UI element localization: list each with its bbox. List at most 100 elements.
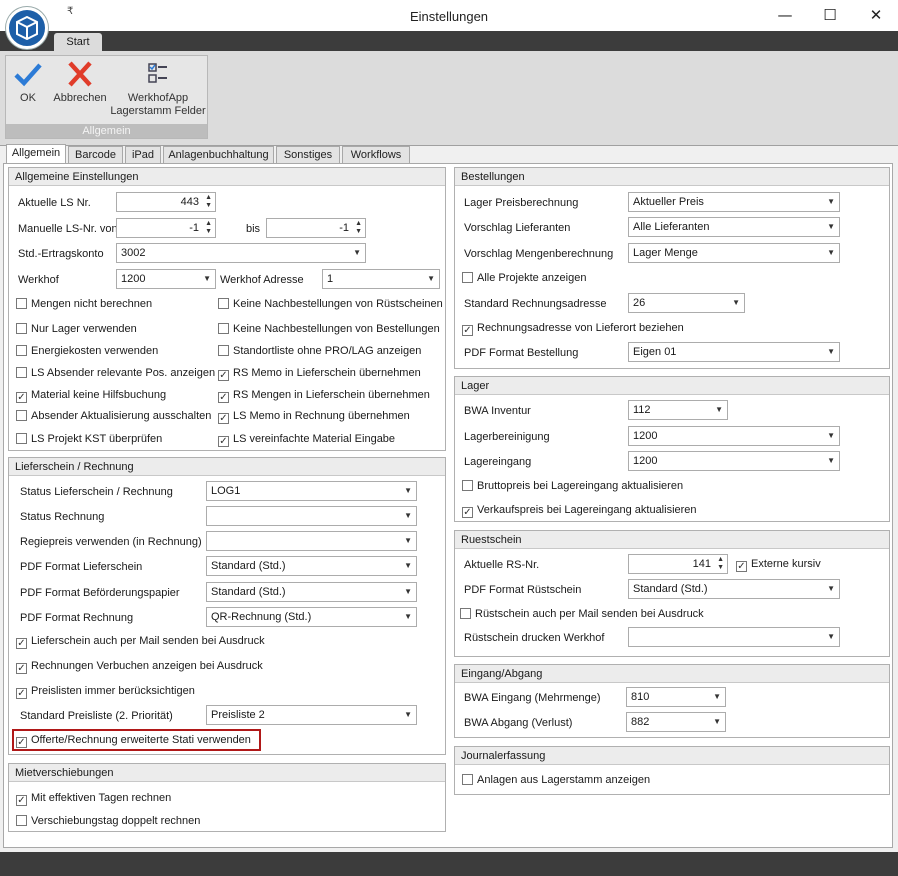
tab-anlagenbuchhaltung[interactable]: Anlagenbuchhaltung bbox=[163, 146, 274, 163]
lagereingang-select[interactable]: 1200 ▼ bbox=[628, 451, 840, 471]
panel-title: Eingang/Abgang bbox=[455, 665, 889, 683]
checkbox-box bbox=[16, 345, 27, 356]
std-preisliste-select[interactable]: Preisliste 2 ▼ bbox=[206, 705, 417, 725]
checkbox-ls-vereinfachte-material[interactable]: ✓ LS vereinfachte Material Eingabe bbox=[218, 433, 395, 447]
checkbox-rs-mengen[interactable]: ✓ RS Mengen in Lieferschein übernehmen bbox=[218, 389, 430, 403]
checkbox-effektive-tage[interactable]: ✓ Mit effektiven Tagen rechnen bbox=[16, 792, 171, 806]
ruestschein-werkhof-select[interactable]: ▼ bbox=[628, 627, 840, 647]
panel-title: Ruestschein bbox=[455, 531, 889, 549]
regie-select[interactable]: ▼ bbox=[206, 531, 417, 551]
checkbox-box bbox=[16, 815, 27, 826]
tab-ipad[interactable]: iPad bbox=[125, 146, 161, 163]
maximize-button[interactable]: ☐ bbox=[815, 4, 845, 26]
werkhof-adresse-select[interactable]: 1 ▼ bbox=[322, 269, 440, 289]
cancel-button[interactable]: Abbrechen bbox=[50, 60, 110, 105]
manual-ls-from-spinner[interactable]: -1 ▲ ▼ bbox=[116, 218, 216, 238]
spinner-arrows-icon[interactable]: ▲ ▼ bbox=[205, 194, 212, 210]
checkmark-icon bbox=[14, 63, 42, 87]
checkbox-box: ✓ bbox=[218, 413, 229, 424]
bwa-eingang-label: BWA Eingang (Mehrmenge) bbox=[464, 692, 601, 704]
checkbox-verkaufspreis[interactable]: ✓ Verkaufspreis bei Lagereingang aktualis… bbox=[462, 504, 697, 518]
checkbox-ls-mail[interactable]: ✓ Lieferschein auch per Mail senden bei A… bbox=[16, 635, 265, 649]
pdf-ls-select[interactable]: Standard (Std.) ▼ bbox=[206, 556, 417, 576]
checkbox-bruttopreis[interactable]: Bruttopreis bei Lagereingang aktualisier… bbox=[462, 480, 683, 493]
bwa-inventur-label: BWA Inventur bbox=[464, 405, 531, 417]
checkbox-box: ✓ bbox=[16, 795, 27, 806]
tab-sonstiges[interactable]: Sonstiges bbox=[276, 146, 340, 163]
checkbox-rs-memo[interactable]: ✓ RS Memo in Lieferschein übernehmen bbox=[218, 367, 421, 381]
ls-nr-spinner[interactable]: 443 ▲ ▼ bbox=[116, 192, 216, 212]
checkbox-anlagen-lagerstamm[interactable]: Anlagen aus Lagerstamm anzeigen bbox=[462, 774, 650, 787]
tab-barcode[interactable]: Barcode bbox=[68, 146, 123, 163]
rs-nr-spinner[interactable]: 141 ▲ ▼ bbox=[628, 554, 728, 574]
pdf-ruestschein-select[interactable]: Standard (Std.) ▼ bbox=[628, 579, 840, 599]
checkbox-absender-aktualisierung[interactable]: Absender Aktualisierung ausschalten bbox=[16, 410, 211, 423]
checkbox-verschiebungstag-doppelt[interactable]: Verschiebungstag doppelt rechnen bbox=[16, 815, 200, 828]
manual-ls-label: Manuelle LS-Nr. von bbox=[18, 223, 118, 235]
werkhof-label: Werkhof bbox=[18, 274, 59, 286]
chevron-down-icon: ▼ bbox=[827, 431, 835, 440]
checkbox-box: ✓ bbox=[736, 561, 747, 572]
pdf-bestellung-select[interactable]: Eigen 01 ▼ bbox=[628, 342, 840, 362]
checkbox-box: ✓ bbox=[462, 507, 473, 518]
bwa-inventur-select[interactable]: 112 ▼ bbox=[628, 400, 728, 420]
chevron-down-icon: ▼ bbox=[427, 274, 435, 283]
checkbox-keine-nachbestellungen-ruestscheine[interactable]: Keine Nachbestellungen von Rüstscheinen bbox=[218, 298, 443, 311]
checkbox-energiekosten[interactable]: Energiekosten verwenden bbox=[16, 345, 158, 358]
bwa-abgang-label: BWA Abgang (Verlust) bbox=[464, 717, 573, 729]
spinner-arrows-icon[interactable]: ▲ ▼ bbox=[717, 556, 724, 572]
tab-allgemein[interactable]: Allgemein bbox=[6, 144, 66, 164]
checkbox-verbuchen[interactable]: ✓ Rechnungen Verbuchen anzeigen bei Ausdr… bbox=[16, 660, 263, 674]
ok-button[interactable]: OK bbox=[10, 60, 46, 105]
panel-allgemeine-einstellungen: Allgemeine Einstellungen Aktuelle LS Nr.… bbox=[8, 167, 446, 451]
checkbox-ruestschein-mail[interactable]: Rüstschein auch per Mail senden bei Ausd… bbox=[460, 608, 704, 621]
chevron-down-icon: ▼ bbox=[353, 248, 361, 257]
close-button[interactable]: ✕ bbox=[861, 4, 891, 26]
checkbox-keine-nachbestellungen-bestellungen[interactable]: Keine Nachbestellungen von Bestellungen bbox=[218, 323, 440, 336]
checkbox-ls-memo[interactable]: ✓ LS Memo in Rechnung übernehmen bbox=[218, 410, 410, 424]
checkbox-preislisten[interactable]: ✓ Preislisten immer berücksichtigen bbox=[16, 685, 195, 699]
status-re-select[interactable]: ▼ bbox=[206, 506, 417, 526]
pdf-re-select[interactable]: QR-Rechnung (Std.) ▼ bbox=[206, 607, 417, 627]
spinner-arrows-icon[interactable]: ▲ ▼ bbox=[205, 220, 212, 236]
werkhof-select[interactable]: 1200 ▼ bbox=[116, 269, 216, 289]
minimize-button[interactable]: — bbox=[770, 4, 800, 26]
checkbox-lieferort[interactable]: ✓ Rechnungsadresse von Lieferort beziehen bbox=[462, 322, 684, 336]
bwa-eingang-select[interactable]: 810 ▼ bbox=[626, 687, 726, 707]
ok-label: OK bbox=[20, 92, 36, 104]
status-ls-label: Status Lieferschein / Rechnung bbox=[20, 486, 173, 498]
checkbox-ls-absender[interactable]: LS Absender relevante Pos. anzeigen bbox=[16, 367, 215, 380]
status-ls-select[interactable]: LOG1 ▼ bbox=[206, 481, 417, 501]
tab-workflows[interactable]: Workflows bbox=[342, 146, 410, 163]
vorschlag-lieferanten-select[interactable]: Alle Lieferanten ▼ bbox=[628, 217, 840, 237]
checkbox-nur-lager[interactable]: Nur Lager verwenden bbox=[16, 323, 137, 336]
pdf-bestellung-label: PDF Format Bestellung bbox=[464, 347, 579, 359]
werkhof-adresse-label: Werkhof Adresse bbox=[220, 274, 304, 286]
chevron-down-icon: ▼ bbox=[827, 632, 835, 641]
chevron-down-icon: ▼ bbox=[827, 456, 835, 465]
ertragskonto-select[interactable]: 3002 ▼ bbox=[116, 243, 366, 263]
mengenberechnung-select[interactable]: Lager Menge ▼ bbox=[628, 243, 840, 263]
checkbox-box bbox=[462, 480, 473, 491]
manual-ls-to-spinner[interactable]: -1 ▲ ▼ bbox=[266, 218, 366, 238]
checkbox-mengen-nicht-berechnen[interactable]: Mengen nicht berechnen bbox=[16, 298, 152, 311]
checkbox-alle-projekte[interactable]: Alle Projekte anzeigen bbox=[462, 272, 586, 285]
panel-lager: Lager BWA Inventur 112 ▼ Lagerbereinigung… bbox=[454, 376, 890, 522]
ribbon-tab-start[interactable]: Start bbox=[54, 33, 102, 51]
checkbox-box bbox=[16, 433, 27, 444]
werkhofapp-button[interactable]: WerkhofApp Lagerstamm Felder bbox=[110, 60, 206, 118]
rechnungsadresse-select[interactable]: 26 ▼ bbox=[628, 293, 745, 313]
spinner-arrows-icon[interactable]: ▲ ▼ bbox=[355, 220, 362, 236]
checkbox-standortliste[interactable]: Standortliste ohne PRO/LAG anzeigen bbox=[218, 345, 421, 358]
checkbox-externe-kursiv[interactable]: ✓ Externe kursiv bbox=[736, 558, 821, 572]
app-logo-icon[interactable] bbox=[6, 7, 48, 49]
checkbox-ls-projekt-kst[interactable]: LS Projekt KST überprüfen bbox=[16, 433, 162, 446]
mengenberechnung-label: Vorschlag Mengenberechnung bbox=[464, 248, 614, 260]
checkbox-material-keine-hilfsbuchung[interactable]: ✓ Material keine Hilfsbuchung bbox=[16, 389, 166, 403]
pdf-bef-select[interactable]: Standard (Std.) ▼ bbox=[206, 582, 417, 602]
lagerbereinigung-select[interactable]: 1200 ▼ bbox=[628, 426, 840, 446]
chevron-down-icon: ▼ bbox=[404, 486, 412, 495]
preisberechnung-select[interactable]: Aktueller Preis ▼ bbox=[628, 192, 840, 212]
ls-nr-label: Aktuelle LS Nr. bbox=[18, 197, 91, 209]
bwa-abgang-select[interactable]: 882 ▼ bbox=[626, 712, 726, 732]
